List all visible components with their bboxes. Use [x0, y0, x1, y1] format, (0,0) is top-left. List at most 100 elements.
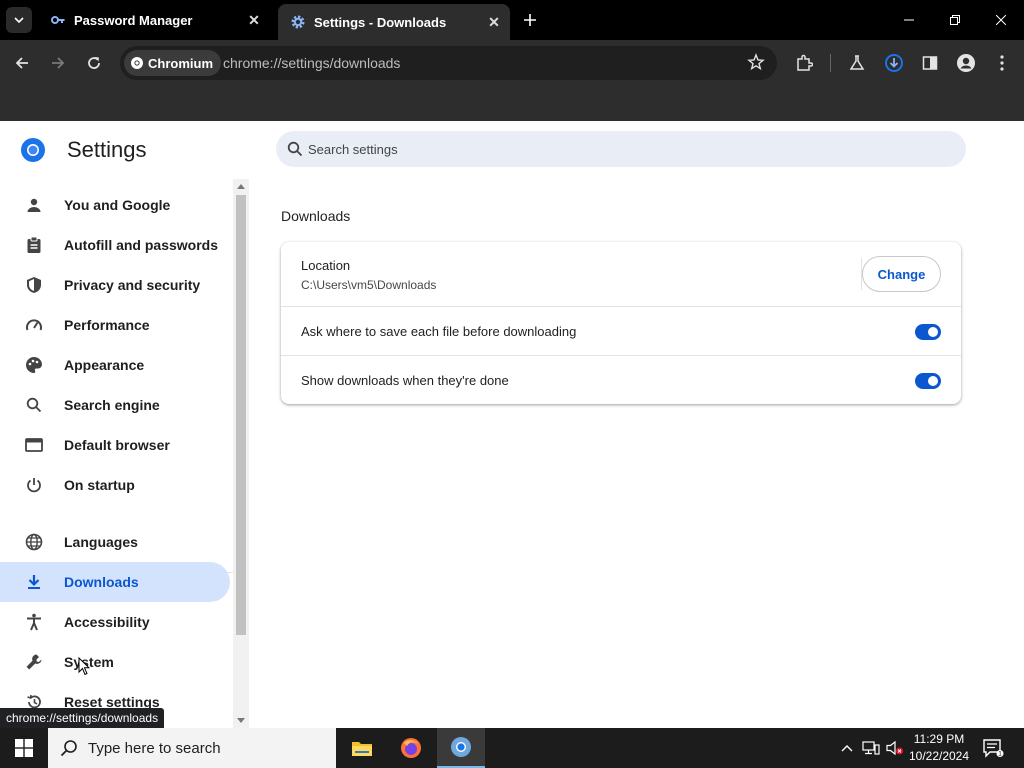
sidebar-item-search-engine[interactable]: Search engine: [0, 385, 230, 425]
search-input[interactable]: [308, 131, 948, 167]
section-title: Downloads: [281, 208, 351, 224]
reload-button[interactable]: [80, 49, 108, 77]
toggle-knob: [928, 327, 938, 337]
search-icon: [24, 395, 44, 415]
clock-time: 11:29 PM: [913, 732, 965, 746]
avatar-icon: [957, 54, 975, 72]
profile-button[interactable]: [952, 49, 980, 77]
network-icon[interactable]: [862, 739, 880, 757]
restore-icon: [950, 15, 960, 25]
change-location-button[interactable]: Change: [862, 256, 941, 292]
chevron-up-icon[interactable]: [838, 739, 856, 757]
close-window-button[interactable]: [978, 0, 1024, 40]
sidebar-item-appearance[interactable]: Appearance: [0, 345, 230, 385]
settings-search-box[interactable]: [276, 131, 966, 167]
sidebar-item-performance[interactable]: Performance: [0, 305, 230, 345]
menu-button[interactable]: [988, 49, 1016, 77]
side-panel-icon: [922, 56, 938, 70]
sidebar-item-label: Languages: [64, 534, 138, 550]
file-explorer-taskbar-button[interactable]: [338, 728, 386, 768]
sidebar-item-on-startup[interactable]: On startup: [0, 465, 230, 505]
sidebar-item-label: Appearance: [64, 357, 145, 373]
site-chip-label: Chromium: [148, 55, 213, 71]
chromium-logo-icon: [451, 737, 471, 757]
minimize-icon: [904, 19, 914, 21]
side-panel-button[interactable]: [916, 49, 944, 77]
close-icon[interactable]: ✕: [482, 10, 506, 34]
labs-button[interactable]: [843, 49, 871, 77]
sidebar-item-privacy[interactable]: Privacy and security: [0, 265, 230, 305]
arrow-left-icon: [15, 57, 28, 69]
clock-date: 10/22/2024: [908, 749, 970, 763]
close-icon[interactable]: ✕: [242, 8, 266, 32]
extensions-button[interactable]: [790, 49, 818, 77]
scroll-up-arrow-icon[interactable]: [237, 184, 245, 189]
ask-where-to-save-row[interactable]: Ask where to save each file before downl…: [281, 306, 961, 355]
sidebar-item-autofill[interactable]: Autofill and passwords: [0, 225, 230, 265]
sidebar-item-label: Downloads: [64, 574, 139, 590]
scrollbar-thumb[interactable]: [236, 195, 246, 635]
tab-password-manager[interactable]: Password Manager ✕: [38, 0, 270, 40]
sidebar-item-default-browser[interactable]: Default browser: [0, 425, 230, 465]
downloads-button[interactable]: [880, 49, 908, 77]
show-downloads-row[interactable]: Show downloads when they're done: [281, 355, 961, 404]
windows-taskbar: Type here to search 11:29 PM 10/22/2024 …: [0, 728, 1024, 768]
chromium-logo-icon: [20, 137, 46, 163]
sidebar-item-label: Performance: [64, 317, 150, 333]
sidebar-scrollbar[interactable]: [233, 179, 249, 728]
taskbar-clock[interactable]: 11:29 PM 10/22/2024: [908, 731, 970, 765]
sidebar-item-label: On startup: [64, 477, 135, 493]
page-title: Settings: [67, 137, 147, 162]
sidebar-item-label: You and Google: [64, 197, 171, 213]
clipboard-icon: [24, 235, 44, 255]
sidebar-item-system[interactable]: System: [0, 642, 230, 682]
palette-icon: [24, 355, 44, 375]
download-icon: [24, 572, 44, 592]
search-icon: [287, 141, 303, 157]
address-bar[interactable]: Chromium chrome://settings/downloads: [120, 46, 777, 80]
toolbar-divider: [830, 54, 831, 72]
mouse-cursor-icon: [78, 657, 90, 676]
volume-muted-icon[interactable]: [886, 739, 904, 757]
chromium-taskbar-button[interactable]: [437, 728, 485, 768]
sidebar-item-label: Autofill and passwords: [64, 237, 219, 253]
sidebar-item-languages[interactable]: Languages: [0, 522, 230, 562]
back-button[interactable]: [8, 49, 36, 77]
show-downloads-toggle[interactable]: [915, 373, 941, 389]
sidebar-item-label: Default browser: [64, 437, 170, 453]
scroll-down-arrow-icon[interactable]: [237, 718, 245, 723]
gear-icon: [290, 14, 306, 30]
browser-toolbar: Chromium chrome://settings/downloads: [0, 40, 1024, 86]
tab-settings-downloads[interactable]: Settings - Downloads ✕: [278, 4, 510, 40]
taskbar-search-box[interactable]: Type here to search: [48, 728, 336, 768]
windows-logo-icon: [15, 739, 33, 757]
tab-strip: Password Manager ✕ Settings - Downloads …: [0, 0, 1024, 40]
forward-button[interactable]: [44, 49, 72, 77]
start-button[interactable]: [0, 728, 48, 768]
ask-where-to-save-toggle[interactable]: [915, 324, 941, 340]
new-tab-button[interactable]: [518, 8, 542, 32]
person-icon: [24, 195, 44, 215]
more-vert-icon: [1000, 55, 1004, 71]
location-row: Location C:\Users\vm5\Downloads Change: [281, 242, 961, 306]
tab-title: Password Manager: [74, 12, 193, 28]
location-label: Location: [301, 258, 351, 273]
folder-icon: [352, 742, 372, 756]
chevron-down-icon: [14, 17, 24, 24]
site-info-chip[interactable]: Chromium: [124, 50, 221, 76]
firefox-taskbar-button[interactable]: [387, 728, 435, 768]
star-icon: [747, 53, 765, 71]
sidebar-item-you-and-google[interactable]: You and Google: [0, 185, 230, 225]
toggle-label: Ask where to save each file before downl…: [301, 324, 577, 339]
notification-center-button[interactable]: 1: [982, 738, 1004, 758]
tab-search-button[interactable]: [6, 7, 32, 33]
sidebar-item-accessibility[interactable]: Accessibility: [0, 602, 230, 642]
minimize-button[interactable]: [886, 0, 932, 40]
location-path: C:\Users\vm5\Downloads: [301, 278, 437, 292]
sidebar-item-downloads[interactable]: Downloads: [0, 562, 230, 602]
url-text[interactable]: chrome://settings/downloads: [223, 46, 400, 80]
bookmark-star-button[interactable]: [747, 53, 765, 71]
downloads-settings-card: Location C:\Users\vm5\Downloads Change A…: [281, 242, 961, 404]
puzzle-icon: [797, 54, 813, 71]
restore-button[interactable]: [932, 0, 978, 40]
